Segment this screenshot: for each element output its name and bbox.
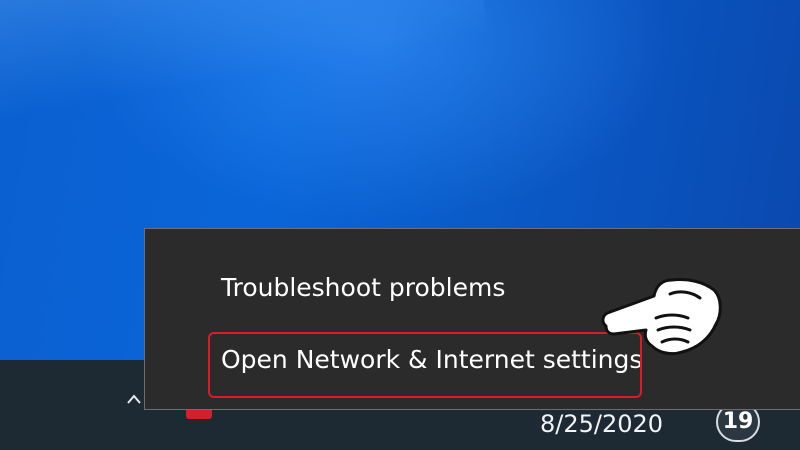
taskbar-date[interactable]: 8/25/2020 [540,410,663,438]
screen: 8/25/2020 19 Troubleshoot problems Open … [0,0,800,450]
highlight-annotation-box [208,332,642,398]
chevron-up-icon[interactable] [126,392,142,406]
wallpaper-light-streak [0,0,490,125]
menu-item-troubleshoot-problems[interactable]: Troubleshoot problems [221,273,505,302]
hand-pointer-icon [601,278,722,356]
